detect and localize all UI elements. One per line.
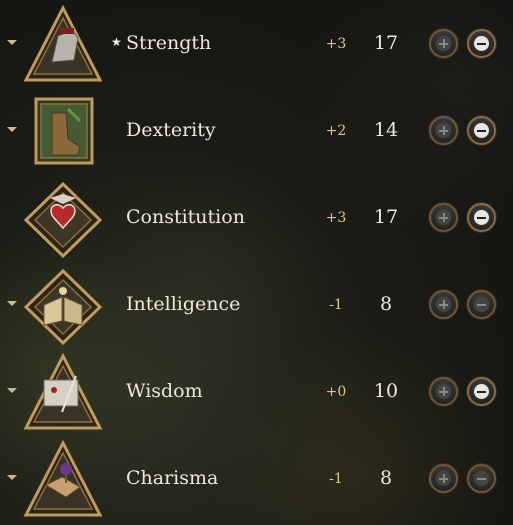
ability-name: Constitution <box>126 206 245 228</box>
chevron-down-icon[interactable] <box>7 40 17 45</box>
decrease-strength-button[interactable] <box>467 29 496 58</box>
ability-score: 17 <box>373 32 399 54</box>
ability-row-dexterity: Dexterity +2 14 <box>0 87 513 174</box>
ability-score: 8 <box>379 293 393 315</box>
ability-score: 14 <box>373 119 399 141</box>
decrease-dexterity-button[interactable] <box>467 116 496 145</box>
ability-name: Strength <box>126 32 212 54</box>
ability-emblem <box>22 439 104 519</box>
plus-icon <box>436 384 451 399</box>
increase-charisma-button[interactable] <box>429 464 458 493</box>
ability-score: 10 <box>373 380 399 402</box>
plus-icon <box>436 123 451 138</box>
ability-score: 8 <box>379 467 393 489</box>
increase-wisdom-button[interactable] <box>429 377 458 406</box>
chevron-down-icon[interactable] <box>7 388 17 393</box>
plus-icon <box>436 471 451 486</box>
minus-icon <box>474 123 489 138</box>
ability-row-intelligence: Intelligence -1 8 <box>0 261 513 348</box>
ability-modifier: +3 <box>325 36 347 52</box>
chevron-down-icon[interactable] <box>7 301 17 306</box>
minus-icon <box>474 210 489 225</box>
plus-icon <box>436 210 451 225</box>
minus-icon <box>474 471 489 486</box>
increase-strength-button[interactable] <box>429 29 458 58</box>
chevron-down-icon[interactable] <box>7 127 17 132</box>
ability-row-constitution: Constitution +3 17 <box>0 174 513 261</box>
plus-icon <box>436 36 451 51</box>
ability-emblem <box>22 352 104 432</box>
ability-row-strength: ★ Strength +3 17 <box>0 0 513 87</box>
ability-score: 17 <box>373 206 399 228</box>
increase-dexterity-button[interactable] <box>429 116 458 145</box>
chevron-down-icon[interactable] <box>7 475 17 480</box>
ability-modifier: -1 <box>329 471 343 487</box>
ability-row-wisdom: Wisdom +0 10 <box>0 348 513 435</box>
minus-icon <box>474 36 489 51</box>
ability-name: Dexterity <box>126 119 216 141</box>
ability-modifier: +2 <box>325 123 347 139</box>
ability-emblem <box>22 4 104 84</box>
minus-icon <box>474 384 489 399</box>
ability-emblem <box>22 91 104 171</box>
decrease-wisdom-button[interactable] <box>467 377 496 406</box>
decrease-constitution-button[interactable] <box>467 203 496 232</box>
ability-row-charisma: Charisma -1 8 <box>0 435 513 522</box>
decrease-charisma-button[interactable] <box>467 464 496 493</box>
increase-constitution-button[interactable] <box>429 203 458 232</box>
ability-name: Wisdom <box>126 380 203 402</box>
ability-modifier: +3 <box>325 210 347 226</box>
star-icon: ★ <box>111 35 122 49</box>
minus-icon <box>474 297 489 312</box>
ability-emblem <box>22 265 104 346</box>
plus-icon <box>436 297 451 312</box>
ability-modifier: -1 <box>329 297 343 313</box>
decrease-intelligence-button[interactable] <box>467 290 496 319</box>
ability-modifier: +0 <box>325 384 347 400</box>
ability-name: Charisma <box>126 467 219 489</box>
increase-intelligence-button[interactable] <box>429 290 458 319</box>
ability-name: Intelligence <box>126 293 241 315</box>
ability-emblem <box>22 178 104 259</box>
